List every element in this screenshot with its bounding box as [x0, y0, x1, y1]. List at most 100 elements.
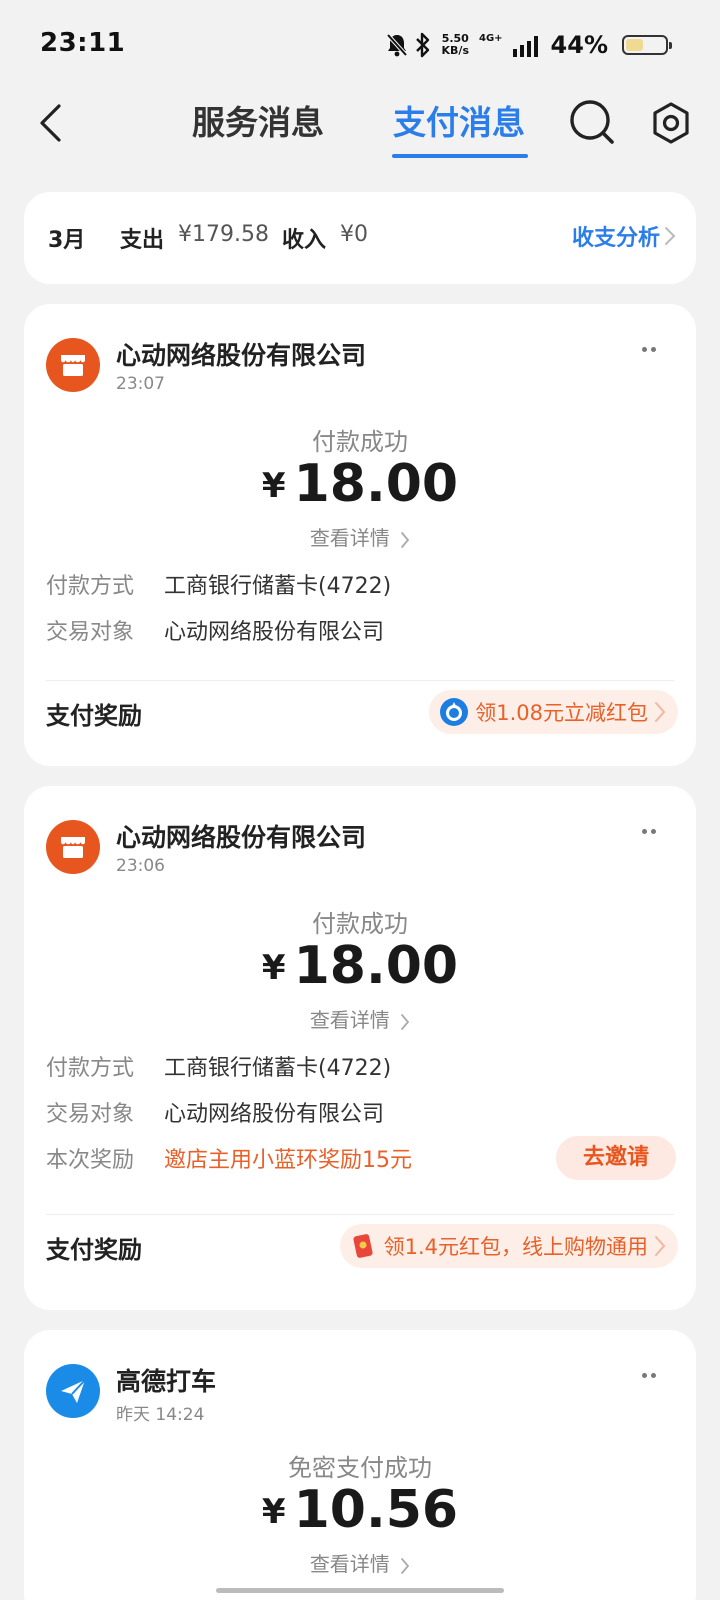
chevron-right-icon — [401, 1013, 410, 1030]
analysis-label: 收支分析 — [571, 226, 660, 251]
payment-reward-label: 支付奖励 — [46, 702, 142, 730]
expense-label: 支出 — [120, 228, 165, 253]
active-tab-indicator — [392, 154, 528, 158]
view-details-link[interactable]: 查看详情 — [24, 1548, 696, 1577]
reward-text: 领1.08元立减红包 — [475, 701, 648, 725]
more-dot — [642, 1372, 647, 1378]
income-label: 收入 — [282, 228, 327, 253]
paper-plane-icon — [61, 1379, 86, 1403]
merchant-logo — [46, 338, 100, 392]
payment-status: 免密支付成功 — [288, 1454, 432, 1482]
amount-value: 18.00 — [293, 454, 459, 514]
net-speed-unit: KB/s — [441, 44, 469, 57]
tab-payment-messages[interactable]: 支付消息 — [393, 96, 525, 156]
payment-method-label: 付款方式 — [46, 574, 135, 599]
reward-pill[interactable]: 领1.08元立减红包 — [429, 690, 678, 734]
more-dot — [642, 346, 647, 352]
divider — [46, 1214, 674, 1215]
payment-method-label: 付款方式 — [46, 1056, 135, 1081]
divider — [46, 680, 674, 681]
settings-button[interactable] — [648, 98, 694, 148]
payment-amount: ¥18.00 — [24, 454, 696, 514]
more-dot — [651, 828, 656, 834]
counterparty-value: 心动网络股份有限公司 — [164, 1102, 385, 1127]
battery-fill — [626, 39, 643, 51]
more-dot — [651, 346, 656, 352]
monthly-summary-card: 3月 支出 ¥179.58 收入 ¥0 收支分析 — [24, 192, 696, 284]
amount-value: 10.56 — [293, 1480, 459, 1540]
view-details-label: 查看详情 — [309, 1552, 390, 1576]
signal-icon — [512, 33, 541, 57]
amount-value: 18.00 — [293, 936, 459, 996]
analysis-link[interactable]: 收支分析 — [572, 220, 676, 252]
view-details-label: 查看详情 — [309, 1008, 390, 1032]
expense-value: ¥179.58 — [178, 222, 269, 247]
merchant-name: 高德打车 — [116, 1367, 217, 1396]
view-details-link[interactable]: 查看详情 — [24, 522, 696, 551]
transaction-time: 23:07 — [116, 374, 165, 394]
more-dot — [651, 1372, 656, 1378]
invite-button[interactable]: 去邀请 — [556, 1136, 676, 1180]
more-options-button[interactable] — [642, 826, 662, 836]
chevron-right-icon — [665, 227, 676, 245]
view-details-label: 查看详情 — [309, 526, 390, 550]
store-icon — [61, 837, 85, 858]
chevron-right-icon — [401, 1557, 410, 1574]
search-button[interactable] — [568, 96, 618, 150]
store-icon — [61, 355, 85, 376]
merchant-logo — [46, 820, 100, 874]
view-details-link[interactable]: 查看详情 — [24, 1004, 696, 1033]
battery-percent: 44% — [550, 31, 608, 59]
merchant-name: 心动网络股份有限公司 — [116, 823, 367, 852]
network-type: 4G+ — [479, 33, 503, 44]
counterparty-value: 心动网络股份有限公司 — [164, 620, 385, 645]
coupon-icon — [439, 697, 469, 727]
bonus-label: 本次奖励 — [46, 1148, 135, 1173]
home-indicator[interactable] — [216, 1588, 504, 1593]
back-button[interactable] — [30, 98, 70, 148]
income-value: ¥0 — [340, 222, 368, 247]
merchant-logo — [46, 1364, 100, 1418]
payment-amount: ¥18.00 — [24, 936, 696, 996]
chevron-right-icon — [655, 702, 666, 722]
counterparty-label: 交易对象 — [46, 1102, 135, 1127]
currency-symbol: ¥ — [261, 948, 286, 988]
bell-off-icon — [386, 33, 408, 57]
currency-symbol: ¥ — [261, 1492, 286, 1532]
merchant-name: 心动网络股份有限公司 — [116, 341, 367, 370]
transaction-time: 昨天 14:24 — [116, 1405, 205, 1425]
battery-icon — [622, 35, 672, 55]
payment-status: 付款成功 — [312, 910, 408, 938]
status-icons: 5.50 KB/s 4G+ 44% — [386, 28, 672, 62]
status-bar: 23:11 5.50 KB/s 4G+ 44% — [0, 0, 720, 88]
chevron-left-icon — [40, 104, 61, 142]
more-dot — [642, 828, 647, 834]
transaction-time: 23:06 — [116, 856, 165, 876]
reward-text: 领1.4元红包，线上购物通用 — [383, 1235, 648, 1259]
summary-month: 3月 — [48, 228, 86, 253]
red-packet-icon — [350, 1231, 378, 1261]
tab-service-messages[interactable]: 服务消息 — [192, 96, 324, 156]
bonus-text: 邀店主用小蓝环奖励15元 — [164, 1148, 412, 1173]
currency-symbol: ¥ — [261, 466, 286, 506]
counterparty-label: 交易对象 — [46, 620, 135, 645]
reward-pill[interactable]: 领1.4元红包，线上购物通用 — [339, 1224, 678, 1268]
more-options-button[interactable] — [642, 344, 662, 354]
payment-method-value: 工商银行储蓄卡(4722) — [164, 574, 392, 599]
header: 服务消息 支付消息 — [0, 88, 720, 168]
transaction-card[interactable]: 心动网络股份有限公司 23:07 付款成功 ¥18.00 查看详情 付款方式 工… — [24, 304, 696, 766]
search-icon — [570, 100, 614, 144]
more-options-button[interactable] — [642, 1370, 662, 1380]
transaction-card[interactable]: 心动网络股份有限公司 23:06 付款成功 ¥18.00 查看详情 付款方式 工… — [24, 786, 696, 1310]
chevron-right-icon — [655, 1236, 666, 1256]
payment-reward-label: 支付奖励 — [46, 1236, 142, 1264]
status-time: 23:11 — [40, 28, 126, 58]
payment-amount: ¥10.56 — [24, 1480, 696, 1540]
gear-icon — [653, 102, 689, 144]
payment-method-value: 工商银行储蓄卡(4722) — [164, 1056, 392, 1081]
bluetooth-icon — [414, 32, 432, 58]
chevron-right-icon — [401, 531, 410, 548]
transaction-card[interactable]: 高德打车 昨天 14:24 免密支付成功 ¥10.56 查看详情 — [24, 1330, 696, 1600]
payment-status: 付款成功 — [312, 428, 408, 456]
net-speed: 5.50 KB/s — [442, 33, 469, 57]
